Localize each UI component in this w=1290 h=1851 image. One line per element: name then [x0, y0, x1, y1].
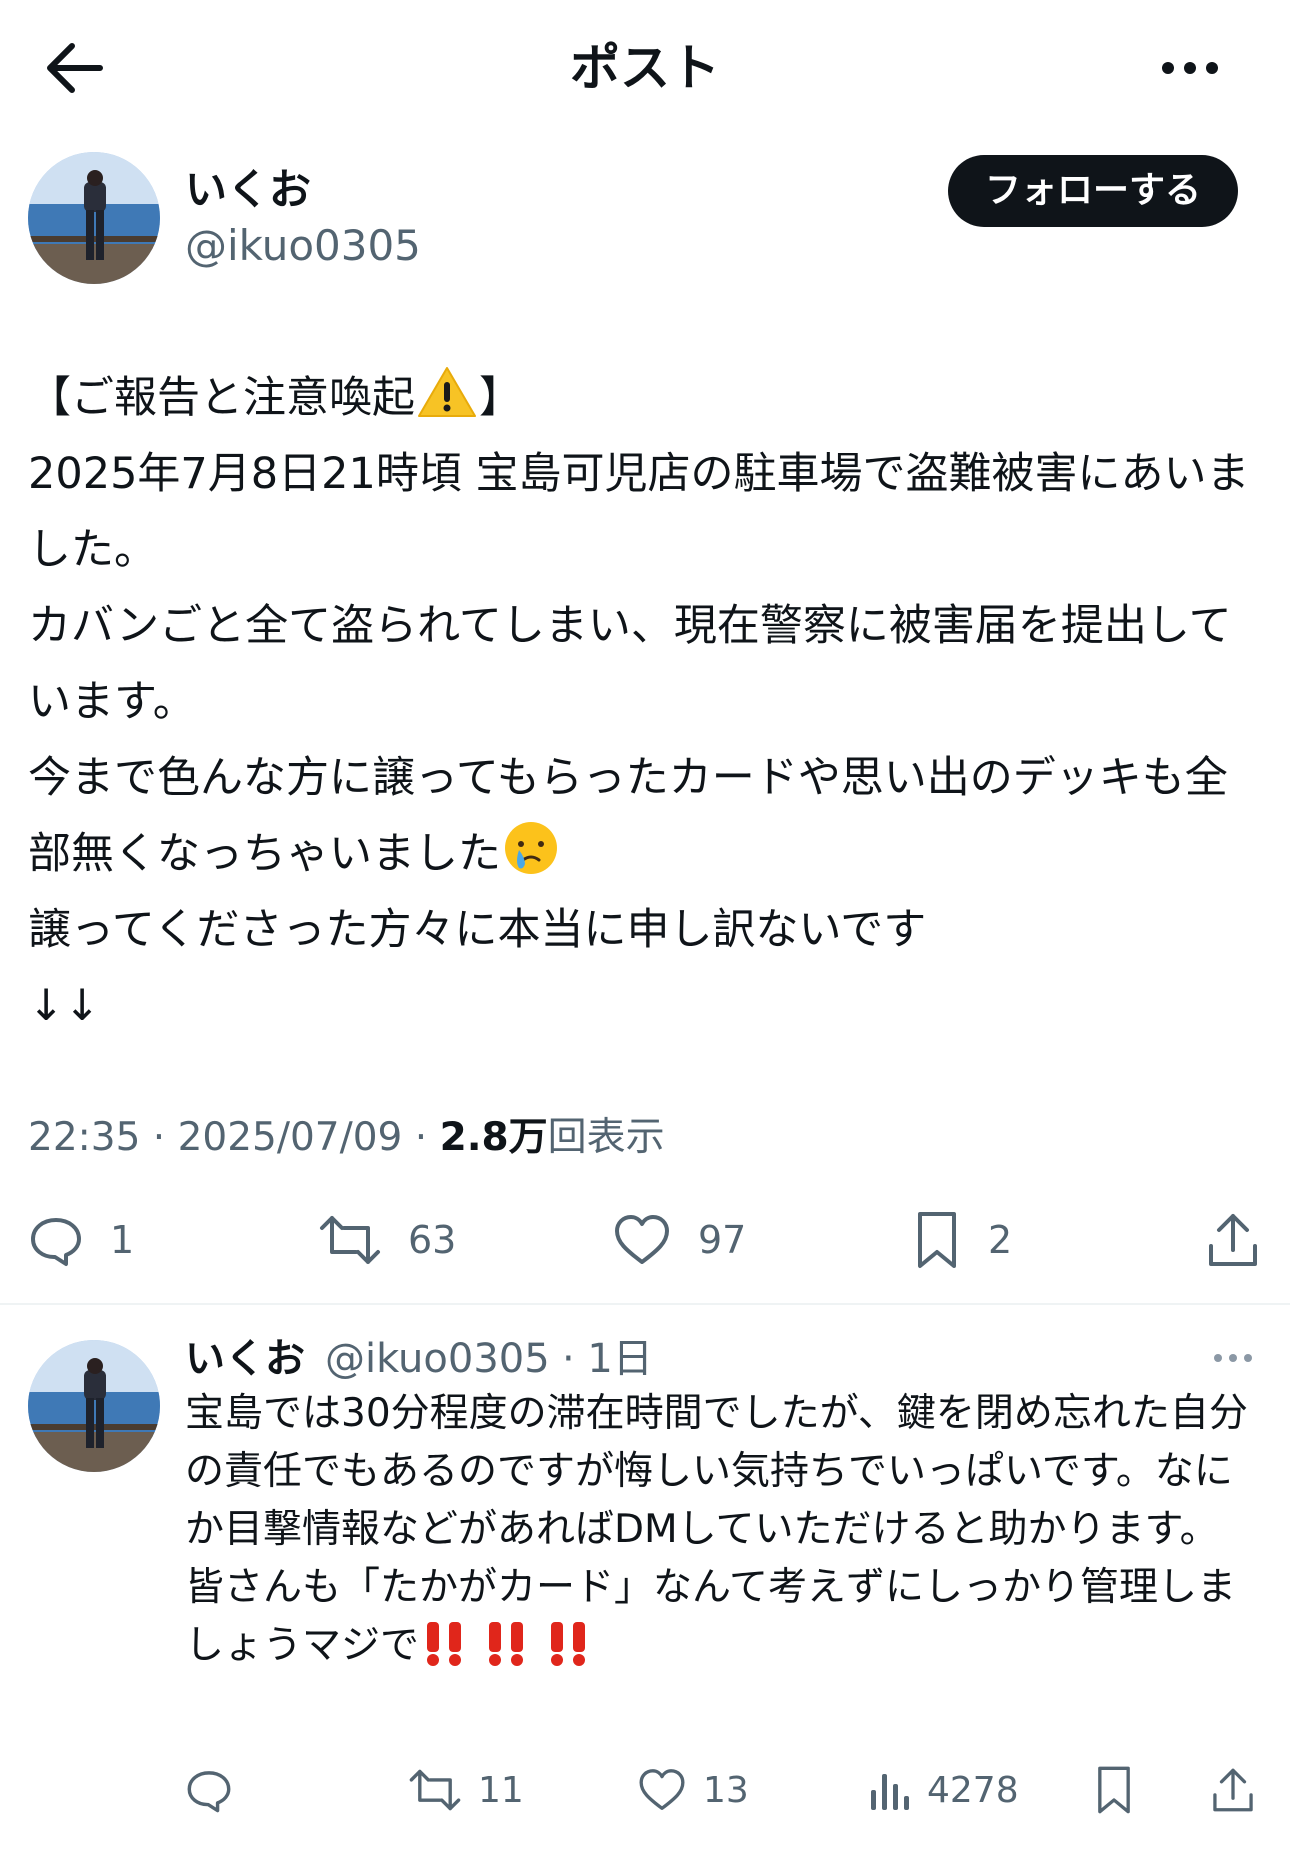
follow-button[interactable]: フォローする — [948, 155, 1238, 227]
like-count: 97 — [698, 1218, 747, 1262]
double-exclamation-icon — [489, 1622, 524, 1666]
divider — [0, 1303, 1290, 1305]
post-meta: 22:35 · 2025/07/09 · 2.8万回表示 — [28, 1110, 665, 1166]
repost-button[interactable]: 63 — [318, 1200, 456, 1280]
post-text-body-end: 譲ってくださった方々に本当に申し訳ないです ↓↓ — [28, 905, 927, 1031]
share-button[interactable] — [1205, 1200, 1261, 1280]
reply-like-count: 13 — [703, 1769, 749, 1811]
reply-bookmark-button[interactable] — [1093, 1755, 1135, 1825]
reply-author-name[interactable]: いくお — [185, 1330, 305, 1388]
avatar[interactable] — [28, 152, 160, 284]
reply-avatar[interactable] — [28, 1340, 160, 1472]
reply-reply-button[interactable] — [185, 1755, 233, 1825]
reply-repost-count: 11 — [478, 1769, 524, 1811]
double-exclamation-icon — [551, 1622, 586, 1666]
views-label: 回表示 — [547, 1115, 665, 1160]
warning-icon — [418, 367, 476, 417]
more-horizontal-icon — [1214, 1354, 1252, 1362]
top-bar: ポスト — [0, 0, 1290, 140]
reply-more-button[interactable] — [1208, 1340, 1258, 1376]
more-horizontal-icon — [1162, 62, 1218, 74]
page-title: ポスト — [570, 39, 720, 97]
reply-icon — [31, 1218, 81, 1266]
reply-share-button[interactable] — [1210, 1755, 1256, 1825]
reply-views-count: 4278 — [927, 1769, 1019, 1811]
author-handle[interactable]: @ikuo0305 — [185, 218, 421, 274]
reply-text-body: 宝島では30分程度の滞在時間でしたが、鍵を閉め忘れた自分の責任でもあるのですが悔… — [185, 1391, 1248, 1668]
double-exclamation-icon — [427, 1622, 462, 1666]
bookmark-count: 2 — [988, 1218, 1013, 1262]
heart-icon — [615, 1215, 669, 1264]
bookmark-icon — [918, 1212, 956, 1268]
post-text-body: 2025年7月8日21時頃 宝島可児店の駐車場で盗難被害にあいました。 カバンご… — [28, 449, 1250, 879]
share-icon — [1213, 1768, 1253, 1812]
reply-button[interactable]: 1 — [28, 1200, 134, 1280]
reply-author-handle[interactable]: @ikuo0305 — [325, 1330, 550, 1388]
post-text-heading-end: 】 — [479, 373, 522, 423]
author-name[interactable]: いくお — [185, 162, 311, 218]
repost-icon — [409, 1769, 461, 1811]
heart-icon — [639, 1769, 685, 1811]
like-button[interactable]: 97 — [612, 1200, 746, 1280]
reply-actions: 11 13 4278 — [0, 1755, 1290, 1825]
crying-face-icon — [505, 822, 557, 874]
reply-text: 宝島では30分程度の滞在時間でしたが、鍵を閉め忘れた自分の責任でもあるのですが悔… — [185, 1385, 1265, 1675]
repost-icon — [320, 1216, 380, 1264]
reply-repost-button[interactable]: 11 — [408, 1755, 524, 1825]
share-icon — [1209, 1214, 1257, 1266]
more-options-button[interactable] — [1150, 40, 1230, 96]
views-count: 2.8万 — [439, 1115, 548, 1160]
bookmark-icon — [1098, 1766, 1130, 1814]
reply-icon — [187, 1771, 231, 1813]
reply-like-button[interactable]: 13 — [637, 1755, 749, 1825]
reply-count: 1 — [110, 1218, 135, 1262]
reply-timestamp[interactable]: · 1日 — [562, 1330, 653, 1388]
reply-views-button[interactable]: 4278 — [867, 1755, 1019, 1825]
post-actions: 1 63 97 2 — [0, 1200, 1290, 1280]
analytics-icon — [871, 1774, 909, 1810]
post-text-heading: 【ご報告と注意喚起 — [28, 373, 415, 423]
bookmark-button[interactable]: 2 — [912, 1200, 1012, 1280]
post-text: 【ご報告と注意喚起 】 2025年7月8日21時頃 宝島可児店の駐車場で盗難被害に… — [28, 360, 1268, 1044]
post-timestamp[interactable]: 22:35 · 2025/07/09 · — [28, 1115, 440, 1160]
repost-count: 63 — [408, 1218, 457, 1262]
